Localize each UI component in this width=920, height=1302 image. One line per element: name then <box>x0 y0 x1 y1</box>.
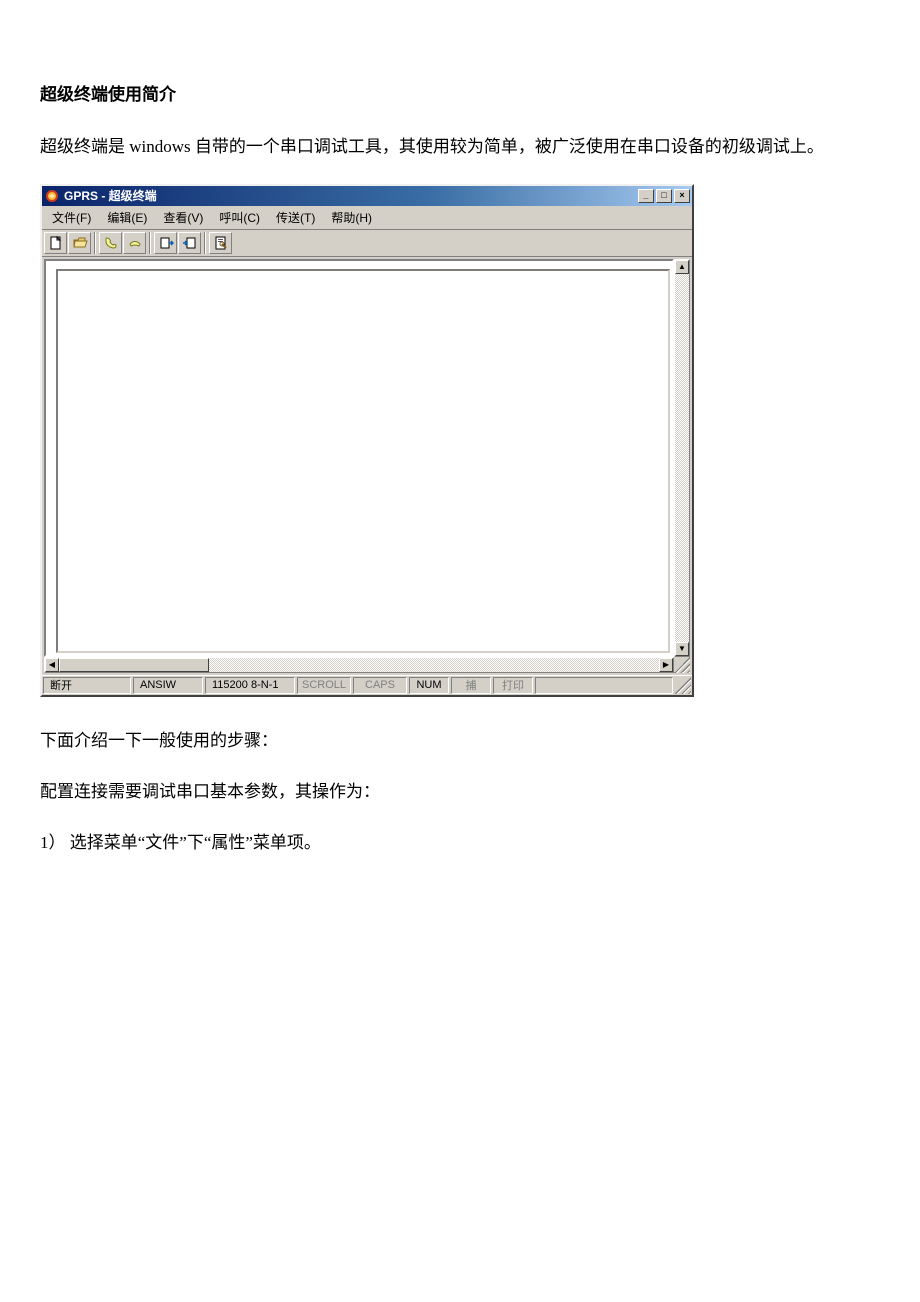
toolbar-send-button[interactable] <box>154 232 177 254</box>
menu-edit[interactable]: 编辑(E) <box>99 208 155 227</box>
phone-hangup-icon <box>127 235 143 251</box>
titlebar[interactable]: GPRS - 超级终端 _ □ × <box>42 186 692 206</box>
steps-intro: 下面介绍一下一般使用的步骤： <box>40 727 880 756</box>
toolbar-properties-button[interactable] <box>209 232 232 254</box>
config-intro: 配置连接需要调试串口基本参数，其操作为： <box>40 778 880 807</box>
status-num: NUM <box>409 677 449 694</box>
scroll-left-button[interactable]: ◀ <box>45 658 59 672</box>
toolbar-open-button[interactable] <box>68 232 91 254</box>
scroll-down-button[interactable]: ▼ <box>675 642 689 656</box>
app-icon <box>44 188 60 204</box>
status-capture: 捕 <box>451 677 491 694</box>
menubar: 文件(F) 编辑(E) 查看(V) 呼叫(C) 传送(T) 帮助(H) <box>42 206 692 230</box>
intro-paragraph: 超级终端是 windows 自带的一个串口调试工具，其使用较为简单，被广泛使用在… <box>40 133 880 162</box>
toolbar-separator <box>149 232 151 254</box>
status-spacer <box>535 677 673 694</box>
properties-icon <box>213 235 229 251</box>
status-encoding: ANSIW <box>133 677 203 694</box>
document-page: 超级终端使用简介 超级终端是 windows 自带的一个串口调试工具，其使用较为… <box>0 0 920 920</box>
status-baud: 115200 8-N-1 <box>205 677 295 694</box>
scroll-track[interactable] <box>675 274 689 642</box>
toolbar-separator <box>204 232 206 254</box>
menu-view[interactable]: 查看(V) <box>155 208 211 227</box>
menu-file[interactable]: 文件(F) <box>44 208 99 227</box>
maximize-button[interactable]: □ <box>656 189 672 203</box>
step-1: 1） 选择菜单“文件”下“属性”菜单项。 <box>40 829 880 858</box>
minimize-button[interactable]: _ <box>638 189 654 203</box>
toolbar-disconnect-button[interactable] <box>123 232 146 254</box>
status-size-grip[interactable] <box>675 677 691 694</box>
scroll-up-button[interactable]: ▲ <box>675 260 689 274</box>
status-connection: 断开 <box>43 677 131 694</box>
workarea-size-grip <box>674 657 690 673</box>
menu-call[interactable]: 呼叫(C) <box>211 208 268 227</box>
phone-icon <box>103 235 119 251</box>
status-scroll: SCROLL <box>297 677 351 694</box>
status-print: 打印 <box>493 677 533 694</box>
toolbar-receive-button[interactable] <box>178 232 201 254</box>
menu-help[interactable]: 帮助(H) <box>323 208 380 227</box>
scroll-right-button[interactable]: ▶ <box>659 658 673 672</box>
open-folder-icon <box>72 235 88 251</box>
menu-transfer[interactable]: 传送(T) <box>268 208 323 227</box>
terminal-frame <box>44 259 674 657</box>
page-title: 超级终端使用简介 <box>40 80 880 105</box>
statusbar: 断开 ANSIW 115200 8-N-1 SCROLL CAPS NUM 捕 … <box>42 675 692 695</box>
toolbar-new-button[interactable] <box>44 232 67 254</box>
toolbar-separator <box>94 232 96 254</box>
toolbar <box>42 230 692 257</box>
close-button[interactable]: × <box>674 189 690 203</box>
scroll-track[interactable] <box>209 658 659 672</box>
terminal-workarea: ▲ ▼ ◀ ▶ <box>42 257 692 675</box>
scroll-thumb[interactable] <box>59 658 209 672</box>
send-file-icon <box>158 235 174 251</box>
window-title: GPRS - 超级终端 <box>64 187 636 204</box>
status-caps: CAPS <box>353 677 407 694</box>
hyperterminal-window: GPRS - 超级终端 _ □ × 文件(F) 编辑(E) 查看(V) 呼叫(C… <box>40 184 694 697</box>
receive-file-icon <box>182 235 198 251</box>
new-file-icon <box>48 235 64 251</box>
terminal-content[interactable] <box>56 269 670 653</box>
horizontal-scrollbar[interactable]: ◀ ▶ <box>44 657 674 673</box>
toolbar-call-button[interactable] <box>99 232 122 254</box>
vertical-scrollbar[interactable]: ▲ ▼ <box>674 259 690 657</box>
